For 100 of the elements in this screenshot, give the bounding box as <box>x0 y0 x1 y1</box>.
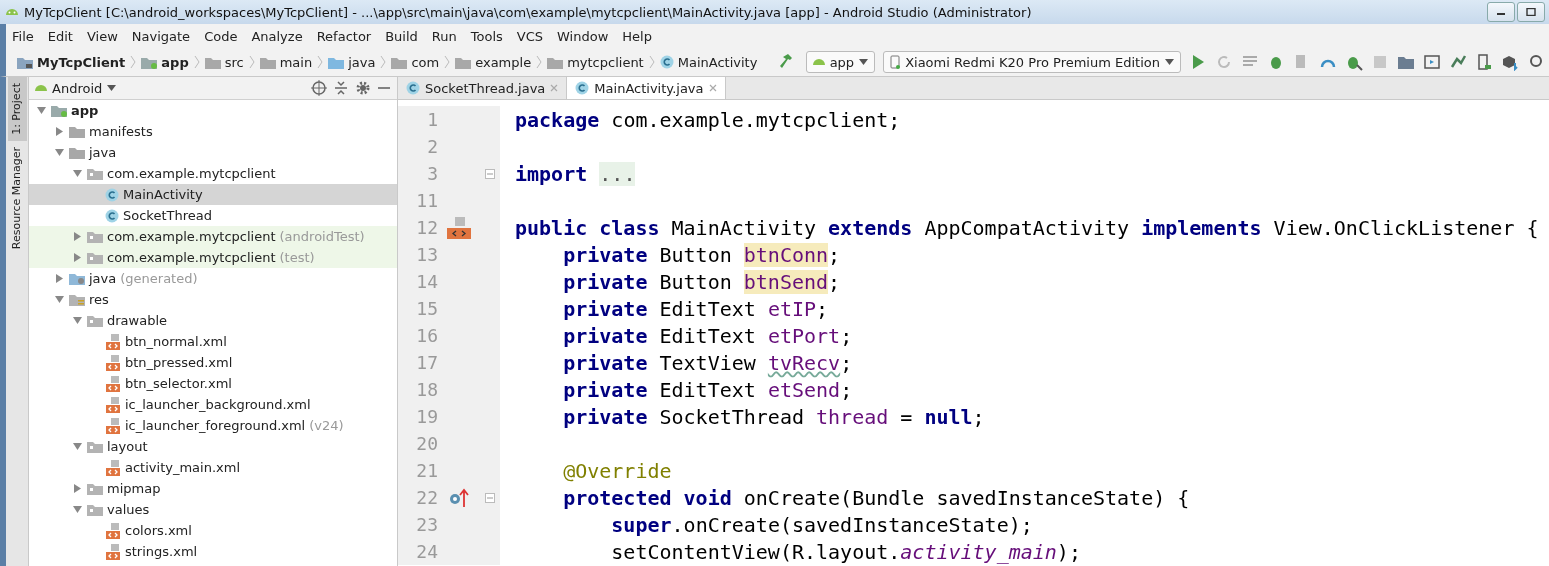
window-icon[interactable] <box>1423 53 1441 71</box>
close-icon[interactable] <box>708 84 717 92</box>
code-line: super.onCreate(savedInstanceState); <box>610 512 1033 537</box>
menu-item[interactable]: Build <box>385 28 418 44</box>
collapsed-arrow-icon[interactable] <box>72 232 82 241</box>
device-dropdown[interactable]: Xiaomi Redmi K20 Pro Premium Edition <box>883 51 1181 73</box>
tree-item[interactable]: btn_normal.xml <box>29 331 397 352</box>
tree-item[interactable]: activity_main.xml <box>29 457 397 478</box>
folder-icon <box>455 55 472 69</box>
menu-item[interactable]: Navigate <box>131 28 191 44</box>
menu-item[interactable]: File <box>12 28 34 44</box>
locate-icon[interactable] <box>311 80 327 96</box>
expanded-arrow-icon[interactable] <box>54 295 64 304</box>
folder-icon <box>87 230 103 243</box>
code-line: private EditText etSend; <box>562 377 853 402</box>
tree-item[interactable]: app <box>29 100 397 121</box>
menu-item[interactable]: VCS <box>516 28 544 44</box>
folder-icon <box>87 503 103 516</box>
menu-item[interactable]: Run <box>431 28 457 44</box>
breadcrumb[interactable]: java <box>323 54 381 70</box>
tool-window-tab[interactable]: Resource Manager <box>11 146 23 249</box>
code-line: import ... <box>514 161 636 186</box>
menu-item[interactable]: View <box>86 28 118 44</box>
code-line: private EditText etIP; <box>562 296 829 321</box>
tree-item[interactable]: res <box>29 289 397 310</box>
tree-item[interactable]: SocketThread <box>29 205 397 226</box>
view-selector[interactable]: Android <box>52 80 103 96</box>
fold-icon[interactable] <box>485 492 495 503</box>
menu-item[interactable]: Refactor <box>316 28 372 44</box>
expanded-arrow-icon[interactable] <box>72 442 82 451</box>
tree-item[interactable]: btn_selector.xml <box>29 373 397 394</box>
menu-item[interactable]: Window <box>557 28 609 44</box>
breadcrumb[interactable]: MyTcpClient <box>12 54 131 70</box>
tree-item[interactable]: manifests <box>29 121 397 142</box>
tree-item[interactable]: java <box>29 142 397 163</box>
editor-tab[interactable]: MainActivity.java <box>567 77 726 99</box>
class-icon <box>105 208 119 223</box>
collapsed-arrow-icon[interactable] <box>54 127 64 136</box>
folder-icon <box>87 440 103 453</box>
phone-icon[interactable] <box>1475 53 1493 71</box>
tree-item[interactable]: mipmap <box>29 478 397 499</box>
class-icon <box>575 81 590 95</box>
chevron-icon <box>648 55 655 69</box>
tree-item[interactable]: values <box>29 499 397 520</box>
expanded-arrow-icon[interactable] <box>72 316 82 325</box>
breadcrumb[interactable]: src <box>199 54 249 70</box>
expanded-arrow-icon[interactable] <box>72 169 82 178</box>
menu-item[interactable]: Code <box>204 28 238 44</box>
collapsed-arrow-icon[interactable] <box>72 484 82 493</box>
xml-file-icon <box>105 459 121 476</box>
tree-item[interactable]: java (generated) <box>29 268 397 289</box>
close-icon[interactable] <box>550 84 559 92</box>
line-number: 13 <box>415 244 438 265</box>
tree-item[interactable]: com.example.mytcpclient (androidTest) <box>29 226 397 247</box>
fold-icon[interactable] <box>485 168 495 179</box>
caret-icon <box>107 85 117 91</box>
breadcrumb[interactable]: mytcpclient <box>542 54 649 70</box>
settings-icon[interactable] <box>355 80 371 96</box>
code-line: package com.example.mytcpclient; <box>514 107 901 132</box>
tree-item[interactable]: com.example.mytcpclient (test) <box>29 247 397 268</box>
tree-item[interactable]: colors.xml <box>29 520 397 541</box>
android-icon <box>35 85 47 91</box>
menu-item[interactable]: Help <box>622 28 652 44</box>
menu-item[interactable]: Edit <box>47 28 73 44</box>
breadcrumb[interactable]: MainActivity <box>654 54 763 70</box>
breadcrumb[interactable]: com <box>386 54 445 70</box>
collapsed-arrow-icon[interactable] <box>54 274 64 283</box>
tree-item[interactable]: com.example.mytcpclient <box>29 163 397 184</box>
collapsed-arrow-icon[interactable] <box>72 253 82 262</box>
override-icon[interactable] <box>449 487 469 508</box>
package-icon[interactable] <box>1501 53 1519 71</box>
xml-file-icon <box>105 333 121 350</box>
folder-icon <box>87 167 103 180</box>
expanded-arrow-icon[interactable] <box>36 106 46 115</box>
class-icon <box>659 55 674 69</box>
expanded-arrow-icon[interactable] <box>72 505 82 514</box>
tree-item[interactable]: layout <box>29 436 397 457</box>
tree-item[interactable]: btn_pressed.xml <box>29 352 397 373</box>
maximize-button[interactable] <box>1517 2 1545 22</box>
menu-item[interactable]: Analyze <box>251 28 303 44</box>
tree-item[interactable]: ic_launcher_background.xml <box>29 394 397 415</box>
breadcrumb[interactable]: main <box>254 54 318 70</box>
breadcrumb[interactable]: app <box>136 54 194 70</box>
tree-item[interactable]: MainActivity <box>29 184 397 205</box>
tree-item[interactable]: ic_launcher_foreground.xml (v24) <box>29 415 397 436</box>
tree-item[interactable]: strings.xml <box>29 541 397 562</box>
minimize-button[interactable] <box>1487 2 1515 22</box>
chevron-icon <box>130 55 137 69</box>
layout-gutter-icon[interactable] <box>446 215 472 240</box>
breadcrumb[interactable]: example <box>450 54 537 70</box>
run-config-dropdown[interactable]: app <box>805 51 876 73</box>
collapse-icon[interactable] <box>333 80 349 96</box>
line-number: 16 <box>415 325 438 346</box>
code-line: private EditText etPort; <box>562 323 853 348</box>
menu-item[interactable]: Tools <box>470 28 503 44</box>
maximize-icon <box>1526 8 1536 16</box>
expanded-arrow-icon[interactable] <box>54 148 64 157</box>
folder-icon <box>69 146 85 159</box>
line-number: 20 <box>415 433 438 454</box>
tree-item[interactable]: drawable <box>29 310 397 331</box>
